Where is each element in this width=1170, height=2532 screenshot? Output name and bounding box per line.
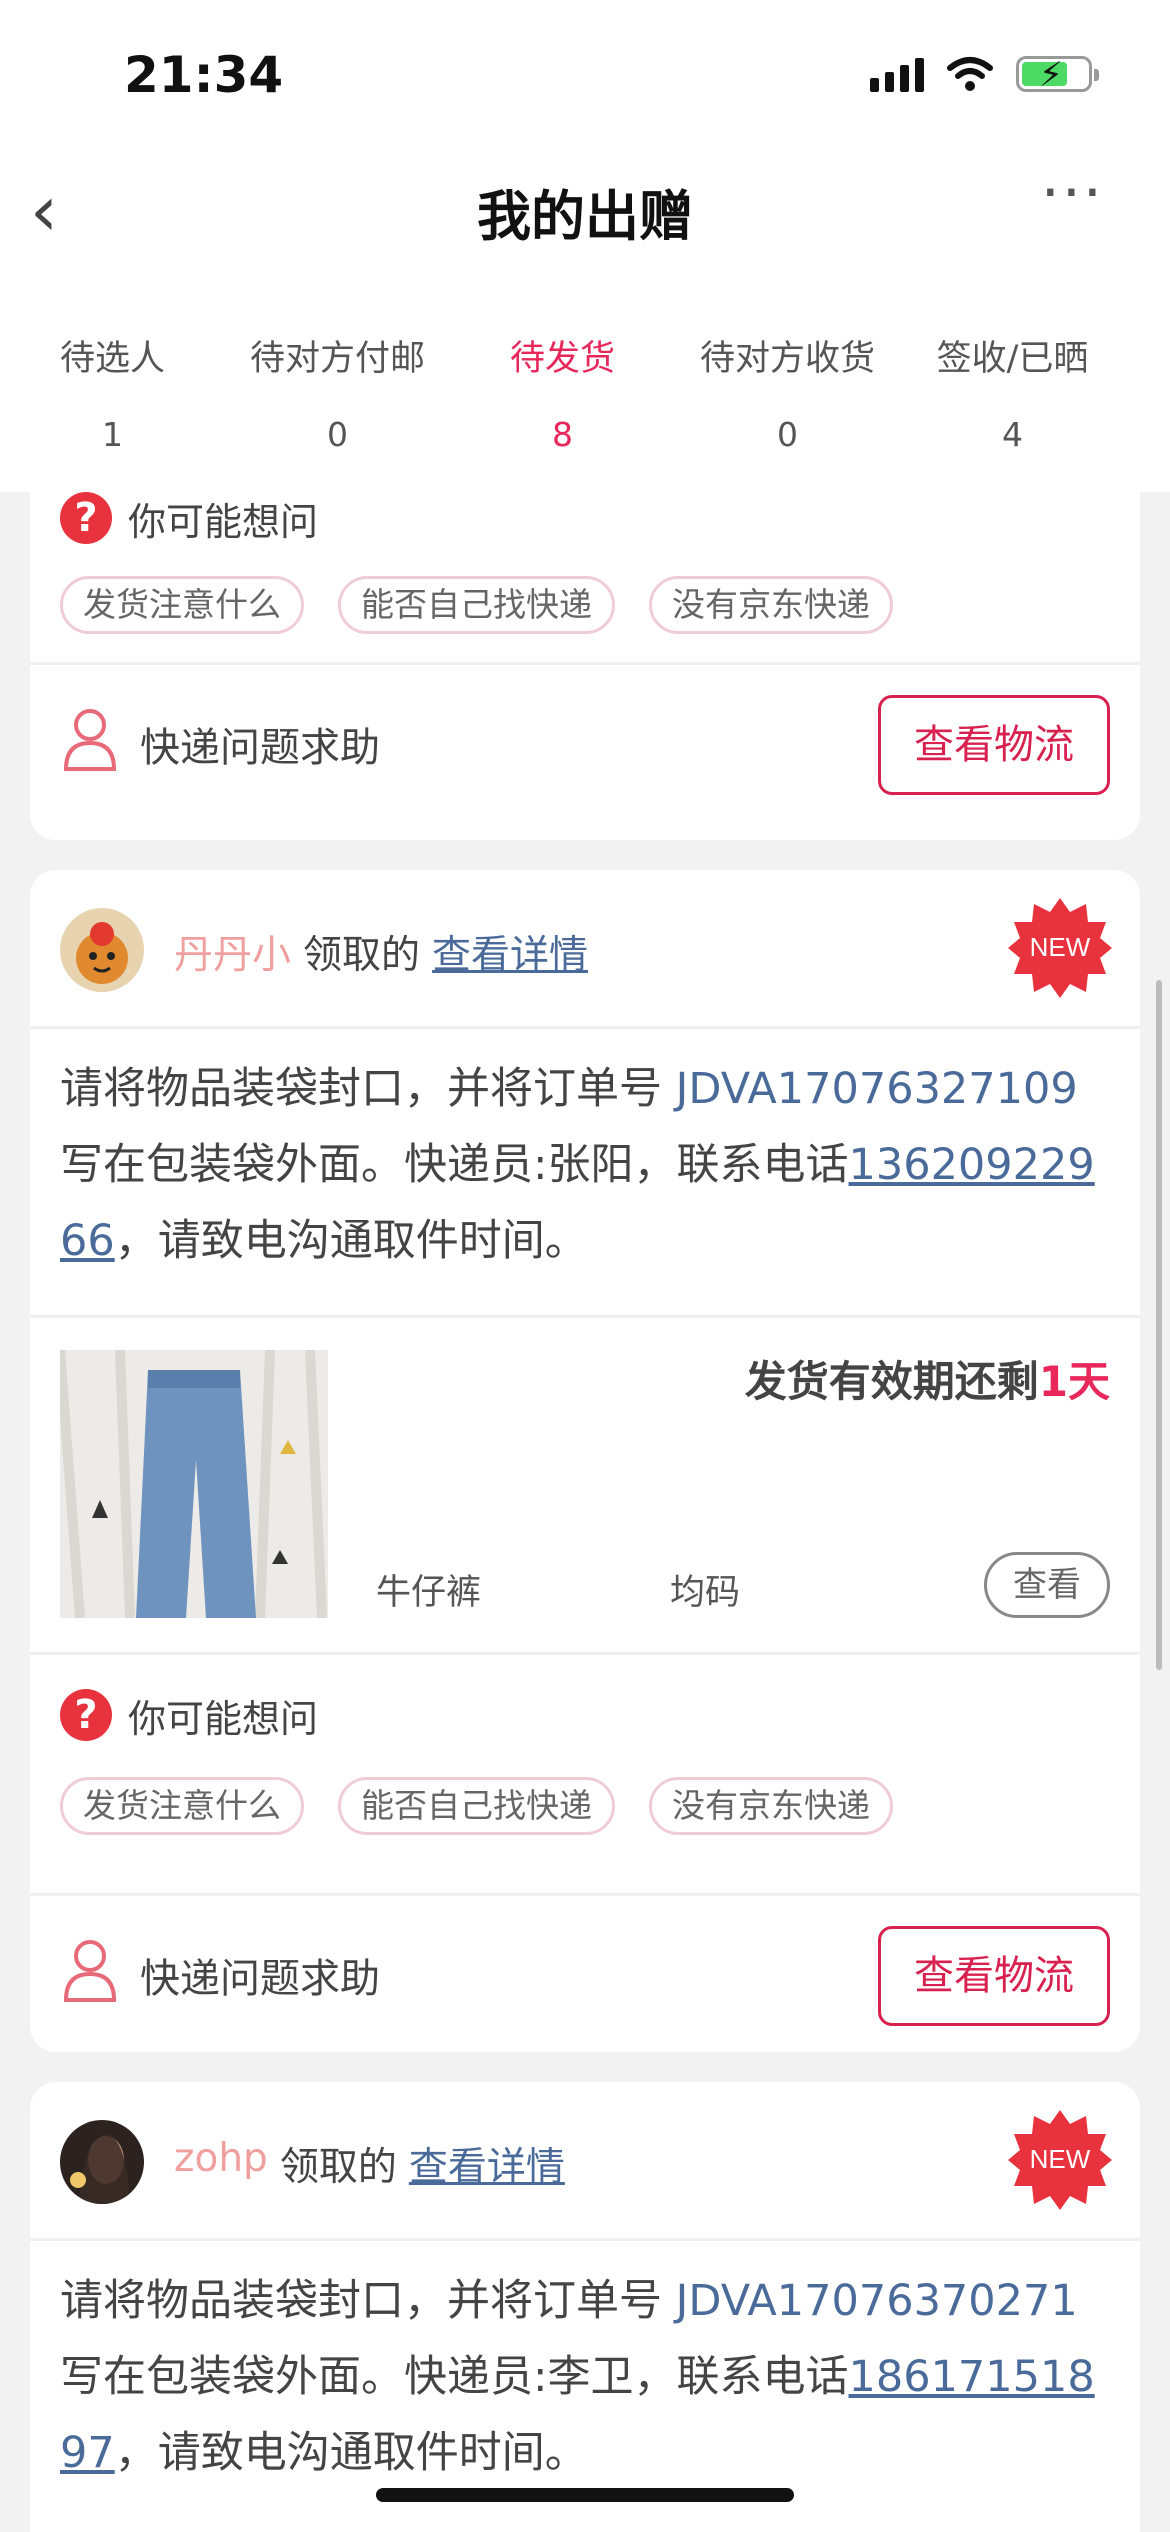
tab-label: 待对方付邮 (249, 339, 425, 379)
view-logistics-button[interactable]: 查看物流 (878, 1926, 1110, 2026)
ship-deadline: 发货有效期还剩1天 (745, 1348, 1110, 1409)
wifi-icon (947, 57, 993, 91)
instr-text: 写在包装袋外面。快递员:李卫，联系电话 (60, 2352, 849, 2402)
tab-signed-shared[interactable]: 签收/已晒 4 (900, 300, 1125, 492)
shipping-instructions: 请将物品装袋封口，并将订单号 JDVA17076327109 写在包装袋外面。快… (30, 1029, 1140, 1315)
view-logistics-button[interactable]: 查看物流 (878, 695, 1110, 795)
faq-title: 你可能想问 (128, 499, 319, 544)
view-item-button[interactable]: 查看 (984, 1552, 1110, 1618)
tab-label: 待选人 (59, 339, 165, 379)
gift-card: ? 你可能想问 发货注意什么 能否自己找快递 没有京东快递 快递问题求助 查看物… (30, 476, 1140, 840)
person-icon (63, 709, 117, 771)
gift-card: 丹丹小 领取的 查看详情 NEW 请将物品装袋封口，并将订单号 JDVA1707… (30, 870, 1140, 2052)
more-options-icon[interactable]: ··· (1041, 158, 1104, 228)
item-name: 牛仔裤 (376, 1573, 482, 1613)
claimed-label: 领取的 (303, 933, 421, 978)
card-header: 丹丹小 领取的 查看详情 NEW (30, 870, 1140, 1026)
instr-text: 写在包装袋外面。快递员:张阳，联系电话 (60, 1140, 849, 1190)
tab-pending-receipt[interactable]: 待对方收货 0 (675, 300, 900, 492)
page-title: 我的出赠 (477, 185, 693, 248)
faq-chip-own-courier[interactable]: 能否自己找快递 (338, 576, 615, 634)
instr-text: ，请致电沟通取件时间。 (114, 2428, 588, 2478)
item-row: 发货有效期还剩1天 牛仔裤 均码 查看 (30, 1318, 1140, 1652)
question-icon: ? (60, 1689, 112, 1741)
faq-chip-shipping-notes[interactable]: 发货注意什么 (60, 1777, 304, 1835)
deadline-days: 1天 (1038, 1357, 1110, 1406)
shipping-instructions: 请将物品装袋封口，并将订单号 JDVA17076370271 写在包装袋外面。快… (30, 2241, 1140, 2527)
tab-count: 8 (552, 415, 573, 454)
cellular-signal-icon (870, 56, 924, 92)
view-details-link[interactable]: 查看详情 (432, 924, 588, 980)
instr-text: 请将物品装袋封口，并将订单号 (60, 1064, 676, 1114)
gift-card: zohp 领取的 查看详情 NEW 请将物品装袋封口，并将订单号 JDVA170… (30, 2082, 1140, 2532)
instr-text: 请将物品装袋封口，并将订单号 (60, 2276, 676, 2326)
status-tabs: 待选人 1 待对方付邮 0 待发货 8 待对方收货 0 签收/已晒 4 (0, 300, 1170, 492)
courier-help-label[interactable]: 快递问题求助 (140, 1946, 380, 2004)
faq-chip-no-jd[interactable]: 没有京东快递 (649, 576, 893, 634)
faq-chip-shipping-notes[interactable]: 发货注意什么 (60, 576, 304, 634)
view-details-link[interactable]: 查看详情 (409, 2136, 565, 2192)
status-bar: 21:34 ⚡ (0, 0, 1170, 150)
new-badge-icon: NEW (1008, 2110, 1112, 2210)
new-badge-icon: NEW (1008, 898, 1112, 998)
faq-chip-own-courier[interactable]: 能否自己找快递 (338, 1777, 615, 1835)
new-badge-text: NEW (1030, 932, 1091, 962)
avatar[interactable] (60, 2120, 144, 2204)
tab-pending-select[interactable]: 待选人 1 (0, 300, 225, 492)
new-badge-text: NEW (1030, 2144, 1091, 2174)
home-indicator[interactable] (376, 2488, 794, 2502)
tab-label: 待发货 (509, 339, 615, 379)
question-icon: ? (60, 492, 112, 544)
tab-pending-postage[interactable]: 待对方付邮 0 (225, 300, 450, 492)
item-size: 均码 (670, 1573, 741, 1613)
nav-bar: ‹ 我的出赠 ··· (0, 150, 1170, 300)
person-icon (63, 1940, 117, 2002)
courier-help-row: 快递问题求助 查看物流 (30, 1896, 1140, 2052)
status-icons: ⚡ (870, 55, 1099, 95)
claimed-label: 领取的 (279, 2145, 397, 2190)
tab-count: 1 (102, 415, 123, 454)
deadline-label: 发货有效期还剩 (744, 1357, 1039, 1406)
tab-pending-ship[interactable]: 待发货 8 (450, 300, 675, 492)
tab-count: 0 (777, 415, 798, 454)
tab-label: 待对方收货 (699, 339, 875, 379)
avatar[interactable] (60, 908, 144, 992)
item-thumbnail[interactable] (60, 1350, 328, 1618)
tab-count: 4 (1002, 415, 1023, 454)
faq-title: 你可能想问 (128, 1696, 319, 1741)
courier-help-row: 快递问题求助 查看物流 (30, 665, 1140, 829)
battery-icon: ⚡ (1016, 55, 1099, 95)
scrollbar[interactable] (1156, 980, 1162, 1670)
faq-section: ? 你可能想问 发货注意什么 能否自己找快递 没有京东快递 (30, 1655, 1140, 1893)
faq-section: ? 你可能想问 发货注意什么 能否自己找快递 没有京东快递 (30, 476, 1140, 662)
order-number: JDVA17076327109 (675, 1064, 1078, 1114)
courier-help-label[interactable]: 快递问题求助 (140, 715, 380, 773)
faq-chip-no-jd[interactable]: 没有京东快递 (649, 1777, 893, 1835)
tab-label: 签收/已晒 (936, 339, 1089, 379)
recipient-name[interactable]: 丹丹小 (174, 924, 291, 980)
recipient-name[interactable]: zohp (174, 2136, 268, 2192)
status-time: 21:34 (124, 46, 284, 104)
instr-text: ，请致电沟通取件时间。 (114, 1216, 588, 1266)
order-number: JDVA17076370271 (675, 2276, 1078, 2326)
card-header: zohp 领取的 查看详情 NEW (30, 2082, 1140, 2238)
tab-count: 0 (327, 415, 348, 454)
